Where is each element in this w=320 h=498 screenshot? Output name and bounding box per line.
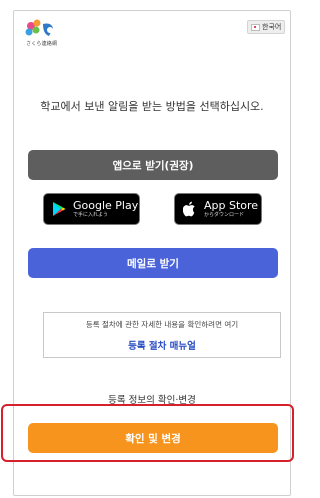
language-label: 한국어 [262,23,282,31]
receive-by-mail-button[interactable]: 메일로 받기 [28,248,278,278]
instruction-text: 학교에서 보낸 알림을 받는 방법을 선택하십시오. [40,100,264,113]
manual-info-box: 등록 절차에 관한 자세한 내용을 확인하려면 여기 등록 절차 매뉴얼 [43,312,281,358]
google-play-label: Google Play [73,199,139,212]
registration-manual-link[interactable]: 등록 절차 매뉴얼 [44,338,280,352]
google-play-icon [52,200,68,218]
confirm-and-change-button[interactable]: 확인 및 변경 [28,423,278,453]
language-selector[interactable]: 한국어 [247,20,286,34]
manual-description: 등록 절차에 관한 자세한 내용을 확인하려면 여기 [85,320,239,329]
registration-info-label: 등록 정보의 확인·변경 [108,395,196,406]
apple-icon [183,200,199,218]
receive-by-app-button[interactable]: 앱으로 받기(권장) [28,150,278,180]
app-store-label: App Store [204,199,259,212]
google-play-sublabel: で手に入れよう [73,212,109,218]
google-play-badge[interactable]: Google Play で手に入れよう [43,193,140,225]
app-store-sublabel: からダウンロード [204,212,245,218]
logo-text: さくら連絡網 [26,41,58,47]
app-store-badge[interactable]: App Store からダウンロード [174,193,262,225]
korea-flag-icon [251,23,260,31]
